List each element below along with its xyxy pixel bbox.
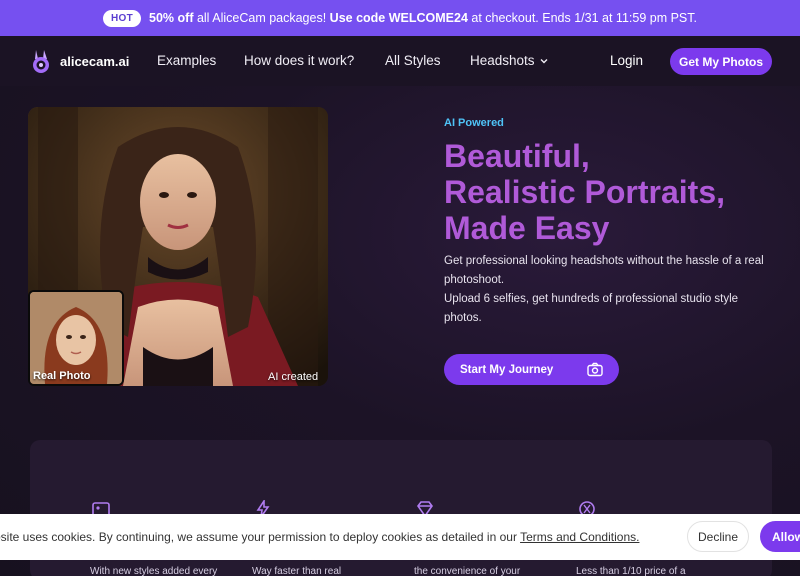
real-photo-label: Real Photo [33, 370, 91, 382]
nav-examples[interactable]: Examples [157, 53, 216, 68]
camera-icon [587, 362, 603, 377]
cookie-text: bsite uses cookies. By continuing, we as… [0, 530, 521, 544]
start-button-label: Start My Journey [460, 363, 554, 376]
cookie-message: bsite uses cookies. By continuing, we as… [0, 530, 639, 544]
chevron-down-icon [540, 58, 548, 63]
ai-powered-eyebrow: AI Powered [444, 117, 504, 129]
decline-cookies-button[interactable]: Decline [687, 521, 749, 552]
feature-text-4: Less than 1/10 price of a [576, 566, 686, 576]
hero-desc-1: Get professional looking headshots witho… [444, 255, 764, 286]
nav-how-it-works[interactable]: How does it work? [244, 53, 354, 68]
navbar: alicecam.ai Examples How does it work? A… [0, 36, 800, 86]
headline-line-1: Beautiful, [444, 138, 590, 174]
promo-banner: HOT 50% off all AliceCam packages! Use c… [0, 0, 800, 36]
hero-description: Get professional looking headshots witho… [444, 252, 774, 328]
hero-headline: Beautiful, Realistic Portraits, Made Eas… [444, 138, 784, 246]
promo-code: Use code WELCOME24 [329, 11, 468, 25]
allow-cookies-button[interactable]: Allow [760, 521, 800, 552]
nav-headshots[interactable]: Headshots [470, 53, 549, 68]
get-my-photos-button[interactable]: Get My Photos [670, 48, 772, 75]
ai-created-label: AI created [268, 371, 319, 383]
promo-deadline: at checkout. Ends 1/31 at 11:59 pm PST. [467, 11, 697, 25]
hot-badge: HOT [103, 9, 142, 27]
terms-link[interactable]: Terms and Conditions. [520, 530, 639, 544]
bunny-logo-icon [33, 50, 49, 73]
promo-text: all AliceCam packages! [193, 11, 330, 25]
brand-logo[interactable]: alicecam.ai [30, 48, 129, 74]
cookie-banner: bsite uses cookies. By continuing, we as… [0, 514, 800, 560]
brand-name: alicecam.ai [60, 53, 130, 69]
feature-text-1: With new styles added every [90, 566, 218, 576]
headline-line-2: Realistic Portraits, [444, 174, 725, 210]
start-my-journey-button[interactable]: Start My Journey [444, 354, 619, 385]
promo-discount: 50% off [149, 11, 194, 25]
feature-text-3: the convenience of your [414, 566, 521, 576]
nav-headshots-label: Headshots [470, 53, 535, 68]
login-link[interactable]: Login [610, 53, 643, 68]
nav-all-styles[interactable]: All Styles [385, 53, 441, 68]
headline-line-3: Made Easy [444, 210, 610, 246]
hero-desc-2: Upload 6 selfies, get hundreds of profes… [444, 293, 739, 324]
feature-text-2: Way faster than real [252, 566, 342, 576]
